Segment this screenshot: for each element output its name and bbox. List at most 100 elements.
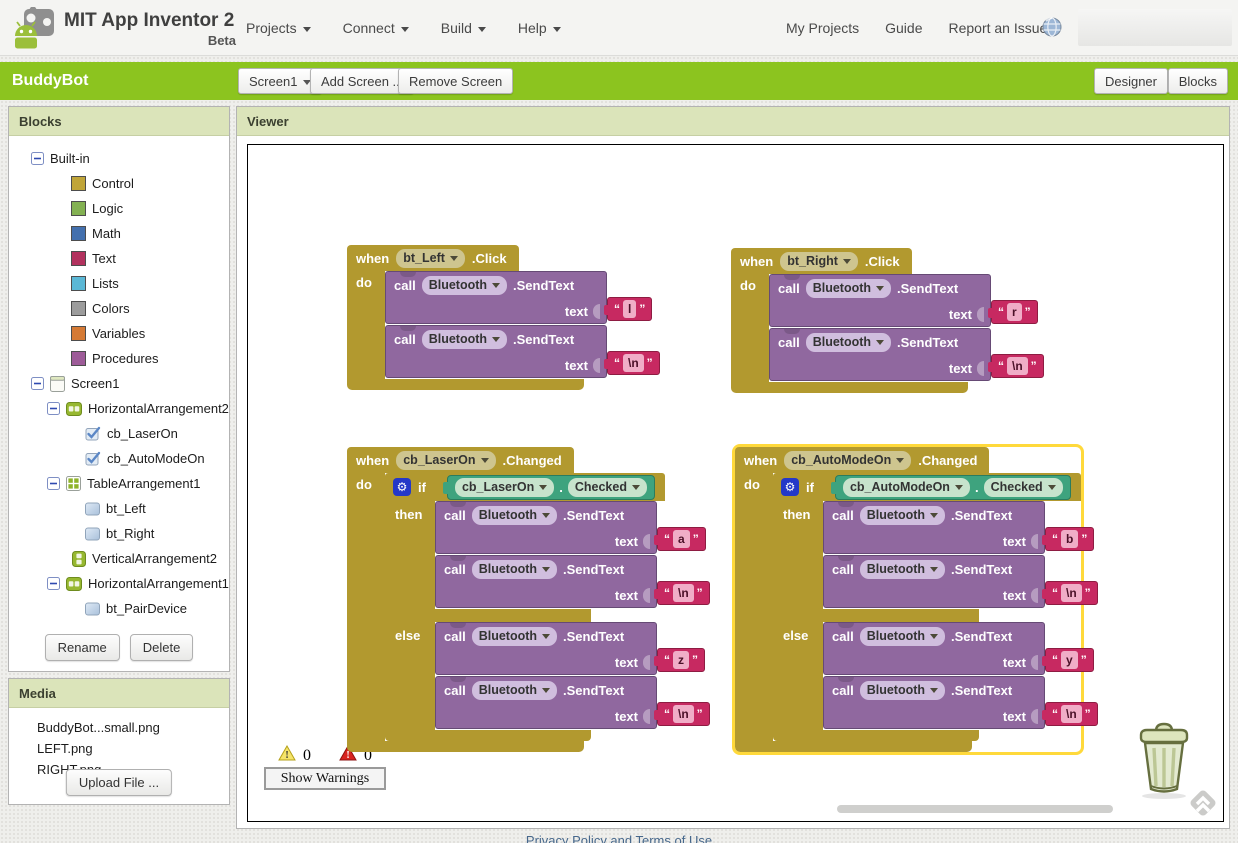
- tree-root-builtin[interactable]: Built-in: [9, 146, 229, 171]
- menu-connect[interactable]: Connect: [343, 20, 409, 36]
- text-string-block[interactable]: “b”: [1041, 527, 1095, 551]
- tree-item-horizontalarrangement2[interactable]: HorizontalArrangement2: [9, 396, 229, 421]
- palette-item-variables[interactable]: Variables: [9, 321, 229, 346]
- user-account-box[interactable]: [1078, 9, 1232, 46]
- dropdown-field[interactable]: cb_LaserOn: [396, 450, 496, 470]
- string-value[interactable]: \n: [673, 584, 694, 602]
- horizontal-scrollbar-thumb[interactable]: [837, 805, 1113, 813]
- call-block[interactable]: call Bluetooth .SendText text “l”: [385, 271, 653, 324]
- tree-item-bt-pairdevice[interactable]: bt_PairDevice: [9, 596, 229, 621]
- dropdown-field[interactable]: Bluetooth: [471, 560, 558, 579]
- palette-item-control[interactable]: Control: [9, 171, 229, 196]
- call-block[interactable]: call Bluetooth .SendText text “a”: [435, 501, 706, 554]
- text-string-block[interactable]: “\n”: [988, 354, 1044, 378]
- palette-item-logic[interactable]: Logic: [9, 196, 229, 221]
- show-warnings-button[interactable]: Show Warnings: [264, 767, 386, 790]
- string-value[interactable]: \n: [673, 705, 694, 723]
- call-block[interactable]: call Bluetooth .SendText text “\n”: [823, 676, 1098, 729]
- upload-file-button[interactable]: Upload File ...: [65, 769, 173, 796]
- palette-item-math[interactable]: Math: [9, 221, 229, 246]
- call-block[interactable]: call Bluetooth .SendText text “\n”: [435, 676, 710, 729]
- text-string-block[interactable]: “r”: [988, 300, 1038, 324]
- rename-button[interactable]: Rename: [44, 634, 120, 661]
- palette-item-lists[interactable]: Lists: [9, 271, 229, 296]
- collapse-toggle[interactable]: [31, 152, 44, 165]
- property-getter-block[interactable]: cb_AutoModeOn. Checked: [830, 474, 1071, 500]
- palette-item-text[interactable]: Text: [9, 246, 229, 271]
- blocks-button[interactable]: Blocks: [1167, 68, 1228, 94]
- tree-item-screen1[interactable]: Screen1: [9, 371, 229, 396]
- dropdown-field[interactable]: Checked: [983, 477, 1063, 497]
- block-group-bt-left[interactable]: when bt_Left .Click do call Bluetooth .SendTex…: [347, 245, 660, 390]
- dropdown-field[interactable]: Bluetooth: [471, 627, 558, 646]
- blocks-canvas[interactable]: ! 0 ! 0 Show Warnings when bt_Left .Clic…: [247, 144, 1224, 822]
- if-else-block[interactable]: ⚙ if cb_AutoModeOn. Checked then call Bluetoot…: [773, 473, 1098, 741]
- tree-item-horizontalarrangement1[interactable]: HorizontalArrangement1: [9, 571, 229, 596]
- call-block[interactable]: call Bluetooth .SendText text “\n”: [769, 328, 1044, 381]
- property-getter-block[interactable]: cb_LaserOn. Checked: [442, 474, 655, 500]
- mutator-gear-icon[interactable]: ⚙: [393, 478, 411, 496]
- string-value[interactable]: b: [1061, 530, 1079, 548]
- link-my-projects[interactable]: My Projects: [786, 20, 859, 36]
- text-string-block[interactable]: “\n”: [1042, 702, 1098, 726]
- call-block[interactable]: call Bluetooth .SendText text “\n”: [823, 555, 1098, 608]
- tree-item-bt-left[interactable]: bt_Left: [9, 496, 229, 521]
- tree-item-verticalarrangement2[interactable]: VerticalArrangement2: [9, 546, 229, 571]
- block-group-cb-laseron[interactable]: when cb_LaserOn .Changed do ⚙ if cb_LaserOn. Ch…: [347, 447, 710, 752]
- text-string-block[interactable]: “\n”: [604, 351, 660, 375]
- event-block-header[interactable]: when cb_AutoModeOn .Changed: [735, 447, 990, 473]
- event-block-header[interactable]: when cb_LaserOn .Changed: [347, 447, 574, 473]
- palette-item-colors[interactable]: Colors: [9, 296, 229, 321]
- menu-projects[interactable]: Projects: [246, 20, 311, 36]
- string-value[interactable]: \n: [1007, 357, 1028, 375]
- text-string-block[interactable]: “a”: [654, 527, 706, 551]
- collapse-toggle[interactable]: [31, 377, 44, 390]
- call-block[interactable]: call Bluetooth .SendText text “r”: [769, 274, 1038, 327]
- text-string-block[interactable]: “\n”: [654, 581, 710, 605]
- dropdown-field[interactable]: cb_AutoModeOn: [842, 477, 970, 497]
- block-group-cb-automodeon[interactable]: when cb_AutoModeOn .Changed do ⚙ if cb_AutoMod…: [732, 444, 1098, 755]
- dropdown-field[interactable]: Bluetooth: [471, 506, 558, 525]
- dropdown-field[interactable]: Bluetooth: [471, 681, 558, 700]
- collapse-toggle[interactable]: [47, 477, 60, 490]
- media-file[interactable]: BuddyBot...small.png: [37, 720, 229, 741]
- string-value[interactable]: \n: [1061, 705, 1082, 723]
- text-string-block[interactable]: “\n”: [654, 702, 710, 726]
- dropdown-field[interactable]: cb_LaserOn: [454, 477, 555, 497]
- call-block[interactable]: call Bluetooth .SendText text “y”: [823, 622, 1094, 675]
- call-block[interactable]: call Bluetooth .SendText text “\n”: [435, 555, 710, 608]
- collapse-toggle[interactable]: [47, 402, 60, 415]
- dropdown-field[interactable]: Bluetooth: [421, 330, 508, 349]
- string-value[interactable]: a: [673, 530, 690, 548]
- dropdown-field[interactable]: Bluetooth: [859, 627, 946, 646]
- dropdown-field[interactable]: Bluetooth: [421, 276, 508, 295]
- link-guide[interactable]: Guide: [885, 20, 922, 36]
- tree-item-cb-laseron[interactable]: cb_LaserOn: [9, 421, 229, 446]
- string-value[interactable]: l: [623, 300, 637, 318]
- call-block[interactable]: call Bluetooth .SendText text “z”: [435, 622, 705, 675]
- text-string-block[interactable]: “\n”: [1042, 581, 1098, 605]
- text-string-block[interactable]: “l”: [603, 297, 653, 321]
- language-globe-icon[interactable]: [1042, 17, 1062, 42]
- call-block[interactable]: call Bluetooth .SendText text “\n”: [385, 325, 660, 378]
- media-file[interactable]: LEFT.png: [37, 741, 229, 762]
- dropdown-field[interactable]: Bluetooth: [805, 333, 892, 352]
- dropdown-field[interactable]: Bluetooth: [859, 681, 946, 700]
- menu-build[interactable]: Build: [441, 20, 486, 36]
- string-value[interactable]: r: [1007, 303, 1022, 321]
- if-else-block[interactable]: ⚙ if cb_LaserOn. Checked then call Bluetooth .S…: [385, 473, 710, 741]
- block-group-bt-right[interactable]: when bt_Right .Click do call Bluetooth .SendTe…: [731, 248, 1044, 393]
- link-report-an-issue[interactable]: Report an Issue: [948, 20, 1047, 36]
- remove-screen-button[interactable]: Remove Screen: [398, 68, 514, 94]
- tree-item-cb-automodeon[interactable]: cb_AutoModeOn: [9, 446, 229, 471]
- text-string-block[interactable]: “y”: [1042, 648, 1094, 672]
- tree-item-bt-right[interactable]: bt_Right: [9, 521, 229, 546]
- palette-item-procedures[interactable]: Procedures: [9, 346, 229, 371]
- dropdown-field[interactable]: Checked: [567, 477, 647, 497]
- dropdown-field[interactable]: bt_Left: [396, 248, 465, 268]
- designer-button[interactable]: Designer: [1093, 68, 1168, 94]
- dropdown-field[interactable]: Bluetooth: [859, 506, 946, 525]
- string-value[interactable]: \n: [623, 354, 644, 372]
- mutator-gear-icon[interactable]: ⚙: [781, 478, 799, 496]
- text-string-block[interactable]: “z”: [654, 648, 705, 672]
